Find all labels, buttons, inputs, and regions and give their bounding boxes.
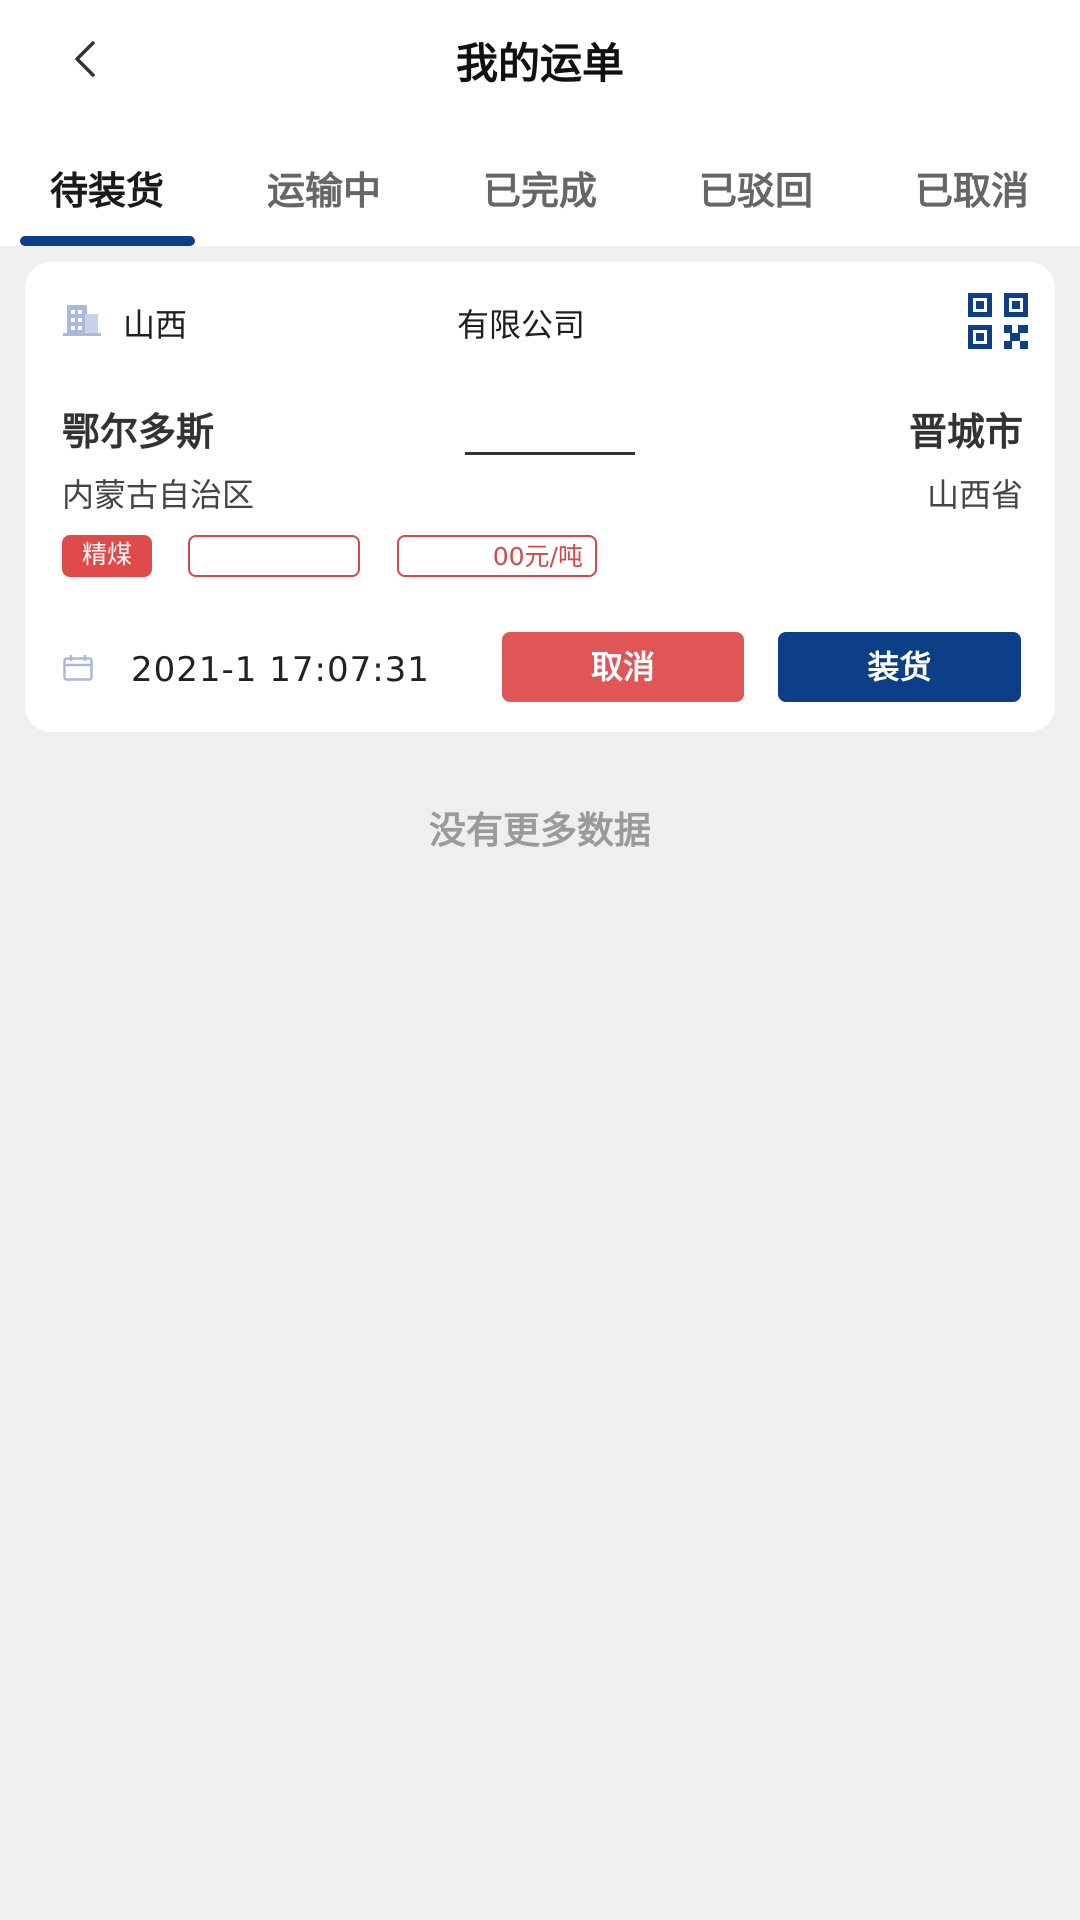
company-name-prefix: 山西	[123, 306, 188, 344]
cancel-button[interactable]: 取消	[502, 632, 744, 702]
tab-in-transit[interactable]: 运输中	[224, 160, 424, 215]
origin-province: 内蒙古自治区	[62, 476, 255, 514]
active-tab-indicator	[20, 236, 195, 246]
company-name: 山西 有限公司	[123, 300, 585, 346]
price-tag: 00元/吨	[397, 535, 597, 577]
cargo-type-tag: 精煤	[62, 535, 152, 577]
tab-cancelled[interactable]: 已取消	[872, 160, 1072, 215]
page-title: 我的运单	[455, 39, 624, 88]
qr-code-icon[interactable]	[968, 293, 1030, 349]
redacted-area	[187, 310, 458, 344]
info-tag	[188, 535, 360, 577]
route-arrow	[465, 452, 635, 455]
no-more-data-text: 没有更多数据	[429, 809, 651, 852]
building-icon	[63, 305, 101, 336]
destination-province: 山西省	[926, 476, 1023, 514]
order-card[interactable]: 山西 有限公司 鄂尔多斯 晋城市 内蒙古自治区 山西省 精煤 00元/吨 2021…	[25, 262, 1055, 732]
destination-city: 晋城市	[908, 410, 1023, 454]
company-name-suffix: 有限公司	[457, 306, 586, 344]
calendar-icon	[63, 655, 93, 681]
origin-city: 鄂尔多斯	[62, 410, 215, 454]
tab-rejected[interactable]: 已驳回	[656, 160, 856, 215]
load-button[interactable]: 装货	[778, 632, 1021, 702]
tab-pending-load[interactable]: 待装货	[7, 160, 207, 215]
tab-bar: 待装货 运输中 已完成 已驳回 已取消	[0, 118, 1080, 246]
tab-completed[interactable]: 已完成	[440, 160, 640, 215]
order-datetime: 2021-1 17:07:31	[131, 650, 430, 690]
top-bar: 我的运单	[0, 0, 1080, 118]
